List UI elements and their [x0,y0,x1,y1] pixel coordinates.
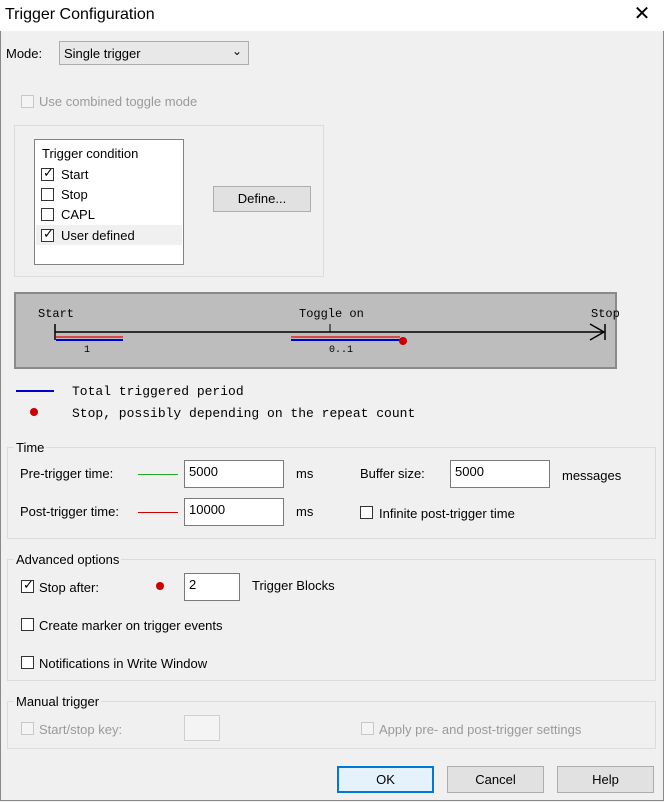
timeline-graphic [54,323,606,345]
buffer-size-input[interactable]: 5000 [450,460,550,488]
legend-red-dot [30,408,38,416]
notifications-label: Notifications in Write Window [39,656,208,671]
cancel-button[interactable]: Cancel [447,766,544,793]
define-button[interactable]: Define... [213,186,311,212]
post-trigger-input[interactable]: 10000 [184,498,284,526]
post-trigger-label: Post-trigger time: [20,504,119,519]
post-trigger-unit: ms [296,504,314,519]
trigger-blocks-label: Trigger Blocks [252,578,335,593]
chevron-down-icon: ⌄ [232,44,243,58]
post-trigger-red-line [138,512,178,513]
manual-trigger-label: Manual trigger [14,694,102,709]
start-stop-key-label: Start/stop key: [39,722,123,737]
mode-label: Mode: [6,46,43,61]
legend-stop-label: Stop, possibly depending on the repeat c… [72,406,416,421]
checkmark-icon: ✓ [23,577,34,592]
close-icon[interactable]: ✕ [632,4,652,24]
start-stop-key-input[interactable] [184,715,220,741]
buffer-size-label: Buffer size: [360,466,425,481]
legend-total-label: Total triggered period [72,384,244,399]
pre-trigger-green-line [138,474,178,475]
diagram-count-1: 1 [84,345,91,356]
stop-after-checkbox[interactable]: ✓ [21,577,34,593]
combined-toggle-checkbox[interactable] [21,95,34,108]
start-stop-key-checkbox[interactable] [21,722,34,735]
legend-blue-line [16,390,54,392]
trigger-user-defined-label: User defined [61,228,135,243]
trigger-start-checkbox[interactable]: ✓ [41,165,54,181]
buffer-size-unit: messages [562,468,622,483]
trigger-capl-label: CAPL [61,207,95,222]
trigger-condition-header: Trigger condition [42,146,139,161]
apply-settings-label: Apply pre- and post-trigger settings [379,722,582,737]
ok-button[interactable]: OK [337,766,434,793]
trigger-timeline-diagram: Start Toggle on Stop 1 0..1 [14,292,620,369]
checkmark-icon: ✓ [43,226,54,241]
infinite-post-trigger-checkbox[interactable] [360,506,373,519]
diagram-count-range: 0..1 [329,345,354,356]
create-marker-label: Create marker on trigger events [39,618,223,633]
time-group [7,447,656,539]
trigger-user-defined-checkbox[interactable]: ✓ [41,226,54,242]
trigger-start-label: Start [61,167,89,182]
help-button[interactable]: Help [557,766,654,793]
combined-toggle-label: Use combined toggle mode [39,94,198,109]
notifications-checkbox[interactable] [21,656,34,669]
trigger-condition-list: Trigger condition ✓ Start Stop CAPL ✓ Us… [34,139,184,265]
mode-select-value: Single trigger [64,46,141,61]
checkmark-icon: ✓ [43,165,54,180]
stop-after-red-dot [156,582,164,590]
create-marker-checkbox[interactable] [21,618,34,631]
infinite-post-trigger-label: Infinite post-trigger time [379,506,515,521]
stop-after-label: Stop after: [39,580,99,595]
stop-after-input[interactable]: 2 [184,573,240,601]
pre-trigger-unit: ms [296,466,314,481]
apply-settings-checkbox[interactable] [361,722,374,735]
pre-trigger-input[interactable]: 5000 [184,460,284,488]
trigger-stop-label: Stop [61,187,88,202]
pre-trigger-label: Pre-trigger time: [20,466,114,481]
trigger-capl-checkbox[interactable] [41,208,54,221]
title-bar: Trigger Configuration ✕ [0,0,664,31]
advanced-options-label: Advanced options [14,552,122,567]
trigger-stop-checkbox[interactable] [41,188,54,201]
time-group-label: Time [14,440,47,455]
window-title: Trigger Configuration [5,6,155,23]
mode-select[interactable]: Single trigger ⌄ [59,41,249,65]
